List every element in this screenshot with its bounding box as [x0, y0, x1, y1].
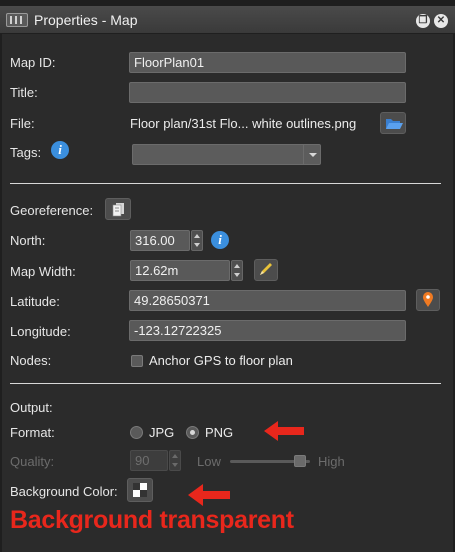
background-color-swatch[interactable] — [127, 478, 153, 502]
quality-stepper[interactable] — [169, 450, 181, 471]
locate-on-map-button[interactable] — [416, 289, 440, 311]
latitude-label: Latitude: — [10, 294, 60, 309]
section-divider — [10, 383, 441, 384]
document-copy-icon — [112, 203, 124, 217]
tags-label: Tags: — [10, 145, 42, 160]
browse-file-button[interactable] — [380, 112, 406, 134]
transparent-swatch-icon — [133, 483, 147, 497]
longitude-input[interactable]: -123.12722325 — [129, 320, 406, 341]
map-id-label: Map ID: — [10, 55, 56, 70]
tags-select[interactable] — [132, 144, 321, 165]
section-divider — [10, 183, 441, 184]
quality-low-label: Low — [197, 454, 221, 469]
quality-label: Quality: — [10, 454, 55, 469]
file-path: Floor plan/31st Flo... white outlines.pn… — [130, 116, 357, 131]
folder-open-icon — [386, 119, 403, 129]
file-label: File: — [10, 116, 35, 131]
map-width-input[interactable]: 12.62m — [130, 260, 230, 281]
output-label: Output: — [10, 400, 53, 415]
info-icon[interactable]: i — [51, 141, 69, 159]
map-width-label: Map Width: — [10, 264, 76, 279]
annotation-arrow-icon — [188, 484, 230, 506]
format-png-radio[interactable] — [186, 426, 199, 439]
map-panel-icon — [6, 13, 28, 27]
format-jpg-label: JPG — [149, 425, 175, 440]
format-png-label: PNG — [205, 425, 234, 440]
panel-titlebar[interactable]: Properties - Map ❐ ✕ — [0, 6, 455, 34]
title-input[interactable] — [129, 82, 406, 103]
annotation-arrow-icon — [264, 421, 304, 441]
annotation-text: Background transparent — [10, 506, 294, 534]
map-pin-icon — [423, 292, 433, 307]
panel-title: Properties - Map — [34, 12, 138, 28]
map-width-stepper[interactable] — [231, 260, 243, 281]
tags-dropdown-toggle[interactable] — [303, 144, 321, 165]
title-label: Title: — [10, 85, 38, 100]
north-label: North: — [10, 233, 46, 248]
anchor-gps-checkbox[interactable] — [131, 355, 143, 367]
restore-window-icon[interactable]: ❐ — [416, 14, 430, 28]
measure-width-button[interactable] — [254, 259, 278, 281]
chevron-down-icon — [309, 153, 317, 157]
north-info-icon[interactable]: i — [211, 231, 229, 249]
pencil-ruler-icon — [260, 263, 272, 275]
quality-high-label: High — [318, 454, 345, 469]
quality-input[interactable]: 90 — [130, 450, 168, 471]
anchor-gps-label: Anchor GPS to floor plan — [149, 353, 293, 368]
longitude-label: Longitude: — [10, 324, 71, 339]
quality-slider-thumb[interactable] — [294, 455, 306, 467]
georeference-button[interactable] — [105, 198, 131, 220]
nodes-label: Nodes: — [10, 353, 52, 368]
format-jpg-radio[interactable] — [130, 426, 143, 439]
latitude-input[interactable]: 49.28650371 — [129, 290, 406, 311]
georeference-label: Georeference: — [10, 203, 94, 218]
close-window-icon[interactable]: ✕ — [434, 14, 448, 28]
quality-slider[interactable] — [230, 455, 310, 467]
background-color-label: Background Color: — [10, 484, 118, 499]
north-stepper[interactable] — [191, 230, 203, 251]
north-input[interactable]: 316.00 — [130, 230, 190, 251]
map-id-input[interactable]: FloorPlan01 — [129, 52, 406, 73]
format-label: Format: — [10, 425, 55, 440]
